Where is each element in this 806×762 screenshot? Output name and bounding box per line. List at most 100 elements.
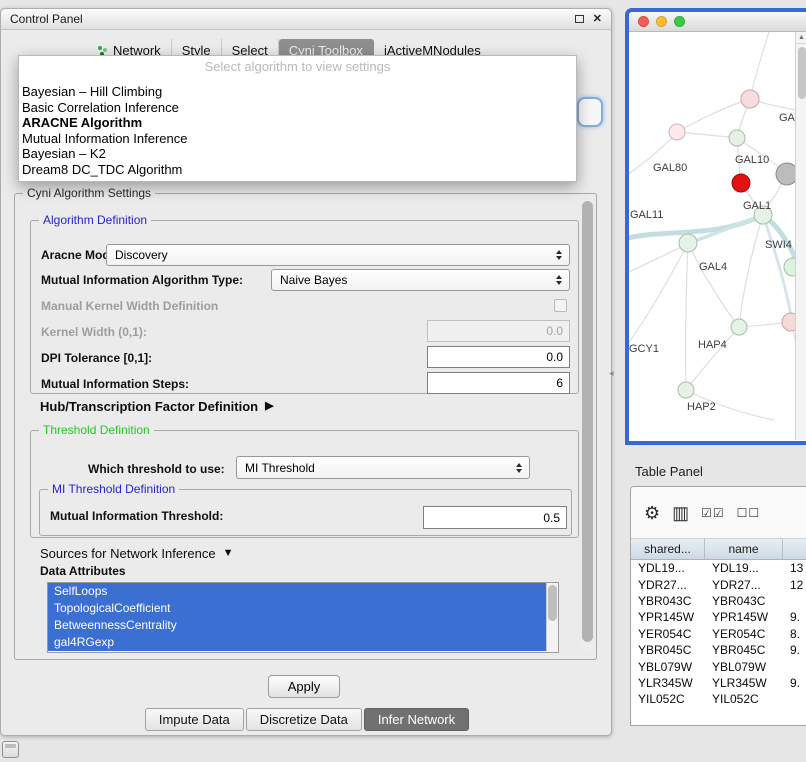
mi-threshold-field[interactable]: 0.5 xyxy=(423,506,567,529)
node-label-hap2: HAP2 xyxy=(687,401,716,413)
float-window-icon[interactable] xyxy=(575,15,584,23)
sources-section-toggle[interactable]: Sources for Network Inference ▼ xyxy=(40,546,233,561)
table-row[interactable]: YBR045CYBR045C9. xyxy=(631,642,806,658)
table-cell: YBR045C xyxy=(631,643,705,657)
algorithm-option-mutual-information-inference[interactable]: Mutual Information Inference xyxy=(19,131,576,147)
algorithm-dropdown-popup: Select algorithm to view settings Bayesi… xyxy=(18,55,577,182)
table-row[interactable]: YLR345WYLR345W9. xyxy=(631,675,806,691)
close-traffic-light-icon[interactable] xyxy=(638,16,649,27)
algorithm-option-basic-correlation-inference[interactable]: Basic Correlation Inference xyxy=(19,100,576,116)
network-node[interactable] xyxy=(729,130,745,146)
network-node[interactable] xyxy=(679,234,697,252)
table-row[interactable]: YDL19...YDL19...13 xyxy=(631,560,806,576)
column-header-name[interactable]: name xyxy=(705,539,783,559)
table-row[interactable]: YIL052CYIL052C xyxy=(631,691,806,707)
table-cell: YBR043C xyxy=(705,594,783,608)
combo-arrows-icon xyxy=(556,250,562,260)
node-label-gal10: GAL10 xyxy=(735,154,769,166)
network-window-titlebar xyxy=(629,12,806,32)
mi-threshold-definition-title: MI Threshold Definition xyxy=(48,482,179,497)
panel-sash-collapse-icon[interactable]: ◂ xyxy=(609,368,614,379)
mi-steps-field[interactable]: 6 xyxy=(427,372,570,394)
network-node[interactable] xyxy=(731,319,747,335)
mi-algorithm-type-value: Naive Bayes xyxy=(280,273,347,287)
network-scrollbar-thumb[interactable] xyxy=(798,47,806,99)
table-cell: YIL052C xyxy=(631,692,705,706)
hub-factor-section-toggle[interactable]: Hub/Transcription Factor Definition ▶ xyxy=(40,399,274,414)
table-cell: YER054C xyxy=(631,627,705,641)
network-canvas[interactable]: GALGAL80GAL10GAL11GAL1SWI4GAL4GCY1HAP4HA… xyxy=(629,32,806,440)
attributes-list-scrollbar[interactable] xyxy=(546,583,558,652)
algorithm-option-bayesian-hill-climbing[interactable]: Bayesian – Hill Climbing xyxy=(19,84,576,100)
minimized-panel-icon[interactable] xyxy=(2,741,19,758)
deselect-all-checkboxes-icon[interactable]: ☐☐ xyxy=(737,507,761,519)
data-attributes-list[interactable]: SelfLoopsTopologicalCoefficientBetweenne… xyxy=(47,582,559,653)
bottom-tab-discretize-data[interactable]: Discretize Data xyxy=(246,708,362,731)
dpi-tolerance-field[interactable]: 0.0 xyxy=(427,346,570,368)
mi-threshold-definition-group: MI Threshold Definition Mutual Informati… xyxy=(39,489,572,536)
minimize-traffic-light-icon[interactable] xyxy=(656,16,667,27)
which-threshold-value: MI Threshold xyxy=(245,461,315,475)
table-cell: 8. xyxy=(783,627,806,641)
network-node[interactable] xyxy=(732,174,750,192)
network-node[interactable] xyxy=(678,382,694,398)
algorithm-combo-fragment[interactable] xyxy=(577,97,603,127)
column-header-shared[interactable]: shared... xyxy=(631,539,705,559)
table-cell: YDL19... xyxy=(705,561,783,575)
data-attributes-label: Data Attributes xyxy=(40,564,126,578)
table-row[interactable]: YER054CYER054C8. xyxy=(631,626,806,642)
columns-icon[interactable]: ▥ xyxy=(672,504,689,522)
gear-icon[interactable]: ⚙ xyxy=(644,504,660,522)
network-node[interactable] xyxy=(741,90,759,108)
apply-button[interactable]: Apply xyxy=(268,675,340,698)
network-edge xyxy=(750,32,769,99)
table-row[interactable]: YPR145WYPR145W9. xyxy=(631,609,806,625)
settings-scrollbar[interactable] xyxy=(582,200,593,650)
table-cell: YBR043C xyxy=(631,594,705,608)
bottom-tab-infer-network[interactable]: Infer Network xyxy=(364,708,469,731)
scroll-up-icon[interactable]: ▲ xyxy=(796,32,806,44)
node-label-gal4: GAL4 xyxy=(699,261,727,273)
table-cell: YDR27... xyxy=(705,578,783,592)
attribute-item-betweennesscentrality[interactable]: BetweennessCentrality xyxy=(48,617,546,634)
algorithm-popup-placeholder: Select algorithm to view settings xyxy=(19,56,576,75)
zoom-traffic-light-icon[interactable] xyxy=(674,16,685,27)
select-all-checkboxes-icon[interactable]: ☑☑ xyxy=(701,507,725,519)
column-header-extra[interactable] xyxy=(783,539,806,559)
algorithm-option-dream8-dc-tdc-algorithm[interactable]: Dream8 DC_TDC Algorithm xyxy=(19,162,576,178)
attribute-item-selfloops[interactable]: SelfLoops xyxy=(48,583,546,600)
algorithm-popup-list: Bayesian – Hill ClimbingBasic Correlatio… xyxy=(19,84,576,177)
algorithm-option-bayesian-k2[interactable]: Bayesian – K2 xyxy=(19,146,576,162)
network-node[interactable] xyxy=(782,313,795,331)
network-node[interactable] xyxy=(669,124,685,140)
table-cell: 9. xyxy=(783,643,806,657)
manual-kernel-width-checkbox[interactable] xyxy=(554,299,567,312)
hub-factor-section-label: Hub/Transcription Factor Definition xyxy=(40,399,258,414)
network-node[interactable] xyxy=(784,258,795,276)
bottom-tab-impute-data[interactable]: Impute Data xyxy=(145,708,244,731)
network-vertical-scrollbar[interactable]: ▲ xyxy=(795,32,806,440)
algorithm-option-aracne-algorithm[interactable]: ARACNE Algorithm xyxy=(19,115,576,131)
which-threshold-select[interactable]: MI Threshold xyxy=(236,456,530,479)
aracne-mode-select[interactable]: Discovery xyxy=(106,244,570,266)
mi-algorithm-type-select[interactable]: Naive Bayes xyxy=(271,269,570,291)
table-row[interactable]: YBL079WYBL079W xyxy=(631,658,806,674)
table-panel-title: Table Panel xyxy=(635,464,703,479)
table-cell: YLR345W xyxy=(631,676,705,690)
network-edge xyxy=(739,215,763,327)
table-cell: YPR145W xyxy=(705,610,783,624)
table-cell: 9. xyxy=(783,676,806,690)
network-edge xyxy=(629,243,688,272)
settings-scrollbar-thumb[interactable] xyxy=(582,201,593,642)
mi-steps-label: Mutual Information Steps: xyxy=(41,377,189,391)
table-row[interactable]: YDR27...YDR27...12 xyxy=(631,576,806,592)
close-window-icon[interactable]: ✕ xyxy=(593,14,602,25)
manual-kernel-width-label: Manual Kernel Width Definition xyxy=(41,299,218,313)
attribute-item-gal4rgexp[interactable]: gal4RGexp xyxy=(48,634,546,651)
attributes-list-scrollbar-thumb[interactable] xyxy=(548,585,557,621)
table-cell: 9. xyxy=(783,610,806,624)
table-row[interactable]: YBR043CYBR043C xyxy=(631,593,806,609)
threshold-definition-title: Threshold Definition xyxy=(39,423,154,438)
attribute-item-topologicalcoefficient[interactable]: TopologicalCoefficient xyxy=(48,600,546,617)
network-node[interactable] xyxy=(776,163,795,185)
